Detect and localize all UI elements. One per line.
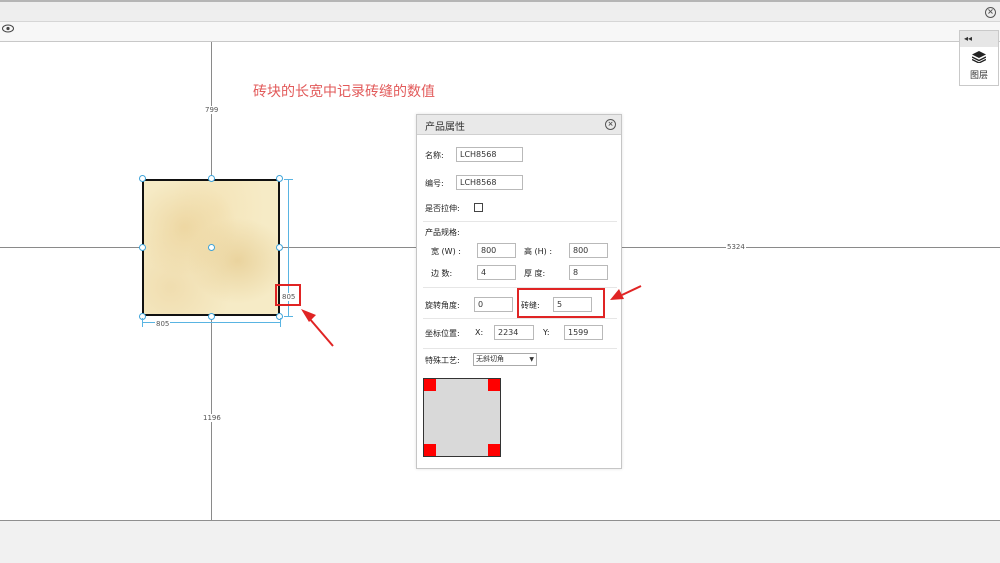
design-canvas-window: × 799 1196 5324 805 805 砖块的长宽中记录砖缝的数值 ◂◂…	[0, 0, 1000, 563]
arrow-joint-field	[610, 285, 642, 300]
status-bar	[0, 520, 1000, 563]
